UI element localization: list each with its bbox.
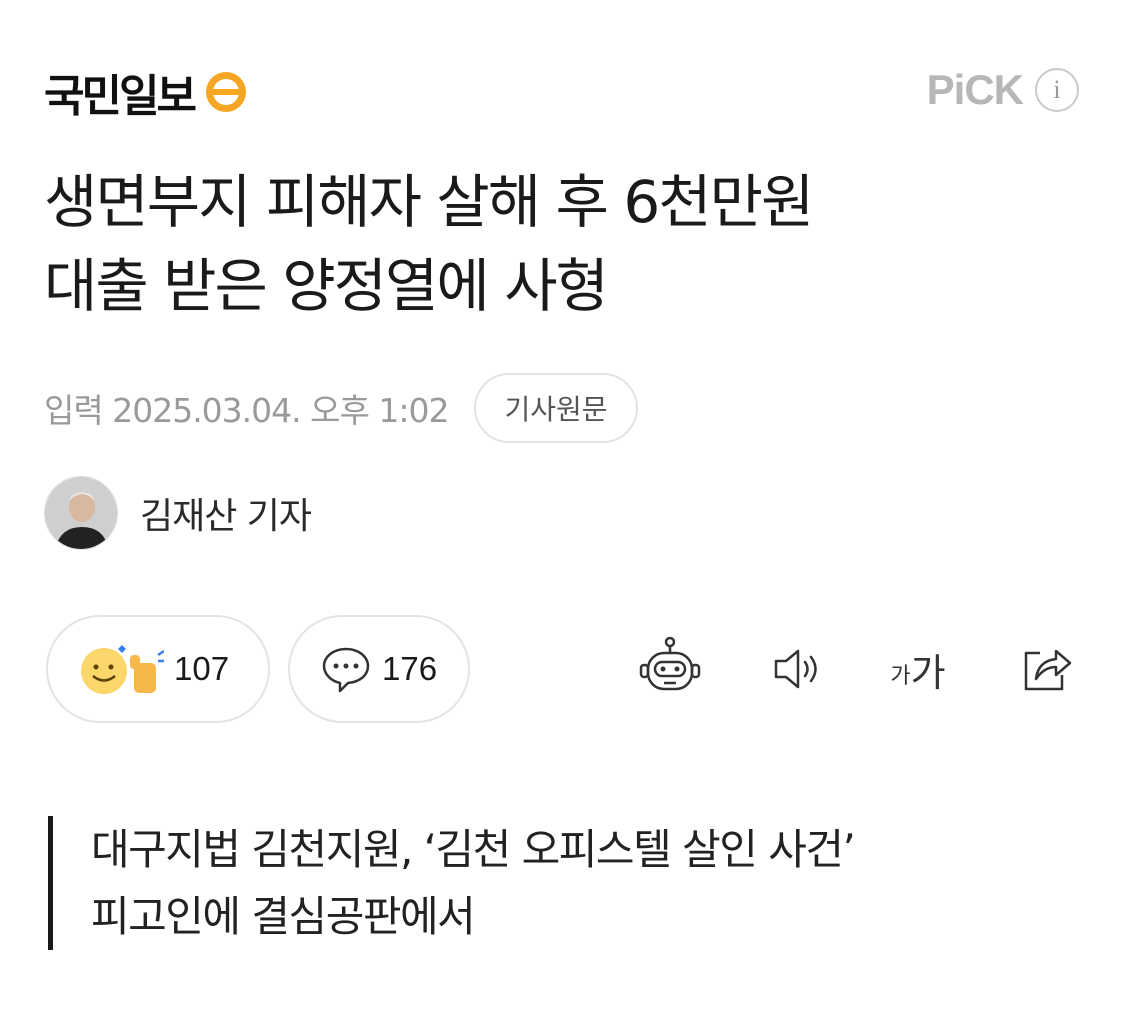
share-button[interactable] [1010,633,1082,705]
reaction-count: 107 [174,650,230,687]
reaction-emoji-icon [81,645,164,694]
author-photo [45,477,117,549]
pick-label: PiCK [926,66,1024,113]
pick-badge: PiCK i [927,66,1079,114]
author-avatar[interactable] [44,476,118,550]
article-headline: 생면부지 피해자 살해 후 6천만원 대출 받은 양정열에 사형 [44,160,1084,328]
author-byline[interactable]: 김재산 기자 [44,476,312,550]
article-meta: 입력 2025.03.04. 오후 1:02 기사원문 [44,373,638,443]
summary-line-1: 대구지법 김천지원, ‘김천 오피스텔 살인 사건’ [91,825,856,874]
font-size-button[interactable]: 가 가 [878,633,958,705]
publisher-logo[interactable]: 국민일보 [44,60,248,124]
font-size-large-label: 가 [910,650,946,695]
action-bar: 107 176 가 가 [44,615,1084,723]
headline-line-2: 대출 받은 양정열에 사형 [44,252,609,320]
share-icon [1024,649,1072,691]
info-icon[interactable]: i [1035,68,1079,112]
reaction-button[interactable]: 107 [46,615,270,723]
original-article-button[interactable]: 기사원문 [474,373,638,443]
summary-bot-button[interactable] [634,633,706,705]
summary-line-2: 피고인에 결심공판에서 [91,892,476,941]
publish-date: 입력 2025.03.04. 오후 1:02 [44,391,449,430]
headline-line-1: 생면부지 피해자 살해 후 6천만원 [44,168,814,236]
author-name: 김재산 기자 [140,496,312,537]
font-size-small-label: 가 [890,664,911,689]
comment-bubble-icon [322,647,370,693]
robot-icon [639,636,701,691]
publisher-logo-icon [205,72,246,112]
comment-count: 176 [382,650,438,687]
speaker-icon [774,649,817,689]
article-summary: 대구지법 김천지원, ‘김천 오피스텔 살인 사건’ 피고인에 결심공판에서 [48,816,1078,950]
comment-button[interactable]: 176 [288,615,470,723]
publisher-name: 국민일보 [44,71,197,122]
article-header: 국민일보 PiCK i [0,0,1125,140]
text-to-speech-button[interactable] [762,633,834,705]
